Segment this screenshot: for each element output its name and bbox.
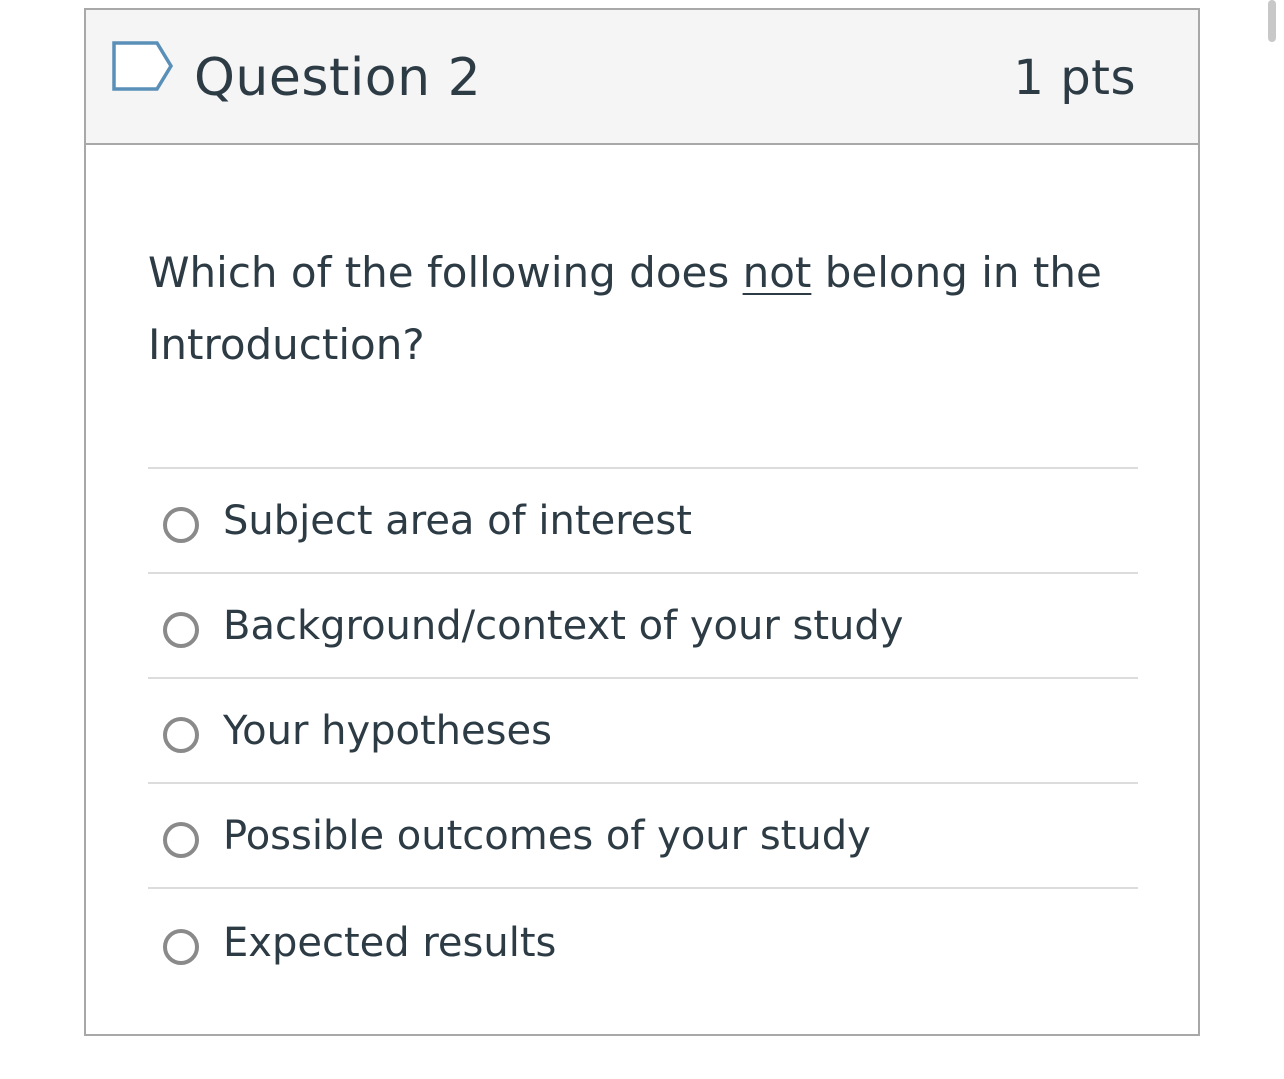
question-text: Which of the following does not belong i…	[148, 237, 1138, 381]
answer-option[interactable]: Your hypotheses	[148, 677, 1138, 782]
radio-button-icon[interactable]	[163, 506, 199, 543]
answer-label[interactable]: Subject area of interest	[223, 497, 692, 545]
answer-label[interactable]: Possible outcomes of your study	[223, 812, 871, 860]
answer-option[interactable]: Expected results	[148, 887, 1138, 997]
question-title: Question 2	[194, 48, 482, 108]
answer-label[interactable]: Your hypotheses	[223, 707, 552, 755]
radio-button-icon[interactable]	[163, 716, 199, 753]
answer-label[interactable]: Background/context of your study	[223, 602, 903, 650]
radio-button-icon[interactable]	[163, 611, 199, 648]
radio-button-icon[interactable]	[163, 929, 199, 965]
question-text-before: Which of the following does	[148, 248, 743, 297]
answer-label[interactable]: Expected results	[223, 919, 556, 967]
answer-option[interactable]: Possible outcomes of your study	[148, 782, 1138, 887]
question-text-emphasis: not	[742, 248, 812, 297]
page: Question 2 1 pts Which of the following …	[0, 0, 1284, 1079]
question-card: Question 2 1 pts Which of the following …	[84, 8, 1200, 1036]
radio-button-icon[interactable]	[163, 821, 199, 858]
scrollbar[interactable]	[1268, 0, 1276, 42]
question-header: Question 2 1 pts	[86, 10, 1198, 145]
answer-option[interactable]: Subject area of interest	[148, 467, 1138, 572]
flag-bookmark-icon[interactable]	[111, 40, 175, 92]
question-body: Which of the following does not belong i…	[86, 145, 1198, 997]
answer-option[interactable]: Background/context of your study	[148, 572, 1138, 677]
question-points: 1 pts	[1013, 50, 1136, 106]
answer-list: Subject area of interest Background/cont…	[148, 467, 1138, 997]
